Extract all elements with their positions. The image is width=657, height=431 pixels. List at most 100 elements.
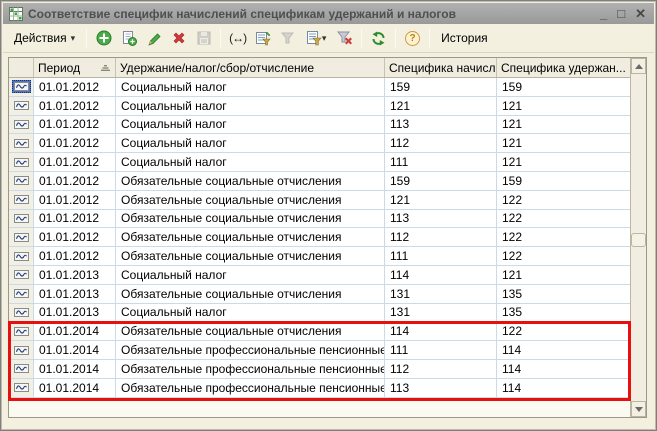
row-icon-cell[interactable] bbox=[9, 228, 34, 246]
table-row[interactable]: 01.01.2012 Социальный налог 159 159 bbox=[9, 78, 630, 97]
row-period[interactable]: 01.01.2014 bbox=[34, 379, 116, 397]
row-period[interactable]: 01.01.2013 bbox=[34, 266, 116, 284]
table-row[interactable]: 01.01.2012 Социальный налог 111 121 bbox=[9, 153, 630, 172]
table-row[interactable]: 01.01.2014 Обязательные профессиональные… bbox=[9, 341, 630, 360]
row-tax-name[interactable]: Социальный налог bbox=[116, 266, 385, 284]
save-button[interactable] bbox=[191, 26, 216, 50]
row-tax-name[interactable]: Обязательные социальные отчисления bbox=[116, 247, 385, 265]
row-icon-cell[interactable] bbox=[9, 97, 34, 115]
row-icon-cell[interactable] bbox=[9, 285, 34, 303]
row-tax-name[interactable]: Социальный налог bbox=[116, 134, 385, 152]
edit-button[interactable] bbox=[141, 26, 166, 50]
row-icon-cell[interactable] bbox=[9, 172, 34, 190]
minimize-button[interactable]: _ bbox=[600, 7, 607, 21]
row-spec-accrual[interactable]: 131 bbox=[385, 285, 497, 303]
row-spec-accrual[interactable]: 112 bbox=[385, 228, 497, 246]
row-icon-cell[interactable] bbox=[9, 304, 34, 322]
row-spec-deduction[interactable]: 159 bbox=[497, 78, 630, 96]
row-spec-deduction[interactable]: 121 bbox=[497, 116, 630, 134]
table-row[interactable]: 01.01.2014 Обязательные социальные отчис… bbox=[9, 322, 630, 341]
row-period[interactable]: 01.01.2012 bbox=[34, 172, 116, 190]
row-period[interactable]: 01.01.2012 bbox=[34, 78, 116, 96]
help-button[interactable]: ? bbox=[400, 26, 425, 50]
row-period[interactable]: 01.01.2014 bbox=[34, 322, 116, 340]
copy-button[interactable] bbox=[116, 26, 141, 50]
maximize-button[interactable]: □ bbox=[617, 7, 625, 21]
row-tax-name[interactable]: Социальный налог bbox=[116, 153, 385, 171]
row-spec-deduction[interactable]: 121 bbox=[497, 266, 630, 284]
row-spec-deduction[interactable]: 122 bbox=[497, 210, 630, 228]
row-period[interactable]: 01.01.2012 bbox=[34, 247, 116, 265]
row-tax-name[interactable]: Обязательные социальные отчисления bbox=[116, 191, 385, 209]
filter-by-value-button[interactable] bbox=[275, 26, 300, 50]
table-row[interactable]: 01.01.2012 Обязательные социальные отчис… bbox=[9, 228, 630, 247]
row-period[interactable]: 01.01.2012 bbox=[34, 228, 116, 246]
header-spec-accrual[interactable]: Специфика начисле... bbox=[385, 58, 497, 77]
scrollbar-thumb[interactable] bbox=[631, 233, 646, 247]
history-button[interactable]: История bbox=[434, 26, 495, 50]
close-button[interactable]: ✕ bbox=[635, 7, 646, 21]
scroll-up-button[interactable] bbox=[631, 58, 646, 74]
table-row[interactable]: 01.01.2014 Обязательные профессиональные… bbox=[9, 379, 630, 398]
row-spec-accrual[interactable]: 112 bbox=[385, 360, 497, 378]
row-tax-name[interactable]: Обязательные социальные отчисления bbox=[116, 228, 385, 246]
row-spec-deduction[interactable]: 122 bbox=[497, 228, 630, 246]
row-spec-deduction[interactable]: 114 bbox=[497, 341, 630, 359]
row-period[interactable]: 01.01.2012 bbox=[34, 116, 116, 134]
clear-filter-button[interactable] bbox=[332, 26, 357, 50]
row-spec-accrual[interactable]: 112 bbox=[385, 134, 497, 152]
row-spec-accrual[interactable]: 114 bbox=[385, 266, 497, 284]
row-period[interactable]: 01.01.2013 bbox=[34, 304, 116, 322]
row-spec-accrual[interactable]: 113 bbox=[385, 379, 497, 397]
row-spec-accrual[interactable]: 131 bbox=[385, 304, 497, 322]
row-spec-deduction[interactable]: 122 bbox=[497, 322, 630, 340]
row-spec-accrual[interactable]: 159 bbox=[385, 172, 497, 190]
scroll-down-button[interactable] bbox=[631, 401, 646, 417]
row-tax-name[interactable]: Обязательные профессиональные пенсионные… bbox=[116, 341, 385, 359]
row-icon-cell[interactable] bbox=[9, 266, 34, 284]
row-period[interactable]: 01.01.2012 bbox=[34, 191, 116, 209]
table-row[interactable]: 01.01.2013 Обязательные социальные отчис… bbox=[9, 285, 630, 304]
row-icon-cell[interactable] bbox=[9, 153, 34, 171]
row-spec-deduction[interactable]: 114 bbox=[497, 379, 630, 397]
delete-button[interactable] bbox=[166, 26, 191, 50]
row-icon-cell[interactable] bbox=[9, 210, 34, 228]
row-spec-accrual[interactable]: 111 bbox=[385, 341, 497, 359]
header-spec-deduction[interactable]: Специфика удержан... bbox=[497, 58, 630, 77]
header-icon-column[interactable] bbox=[9, 58, 34, 77]
table-row[interactable]: 01.01.2013 Социальный налог 114 121 bbox=[9, 266, 630, 285]
row-tax-name[interactable]: Обязательные профессиональные пенсионные… bbox=[116, 360, 385, 378]
row-tax-name[interactable]: Обязательные социальные отчисления bbox=[116, 322, 385, 340]
row-period[interactable]: 01.01.2012 bbox=[34, 97, 116, 115]
row-tax-name[interactable]: Обязательные социальные отчисления bbox=[116, 210, 385, 228]
row-spec-accrual[interactable]: 159 bbox=[385, 78, 497, 96]
row-period[interactable]: 01.01.2014 bbox=[34, 341, 116, 359]
actions-menu-button[interactable]: Действия ▾ bbox=[7, 26, 82, 50]
table-row[interactable]: 01.01.2014 Обязательные профессиональные… bbox=[9, 360, 630, 379]
row-spec-deduction[interactable]: 122 bbox=[497, 191, 630, 209]
header-tax-name[interactable]: Удержание/налог/сбор/отчисление bbox=[116, 58, 385, 77]
row-period[interactable]: 01.01.2014 bbox=[34, 360, 116, 378]
row-tax-name[interactable]: Социальный налог bbox=[116, 97, 385, 115]
row-spec-deduction[interactable]: 135 bbox=[497, 285, 630, 303]
row-spec-deduction[interactable]: 159 bbox=[497, 172, 630, 190]
row-spec-deduction[interactable]: 114 bbox=[497, 360, 630, 378]
row-tax-name[interactable]: Социальный налог bbox=[116, 78, 385, 96]
row-spec-accrual[interactable]: 114 bbox=[385, 322, 497, 340]
table-row[interactable]: 01.01.2012 Обязательные социальные отчис… bbox=[9, 247, 630, 266]
row-icon-cell[interactable] bbox=[9, 134, 34, 152]
row-tax-name[interactable]: Обязательные социальные отчисления bbox=[116, 172, 385, 190]
row-spec-deduction[interactable]: 121 bbox=[497, 153, 630, 171]
row-period[interactable]: 01.01.2012 bbox=[34, 134, 116, 152]
row-icon-cell[interactable] bbox=[9, 322, 34, 340]
row-spec-deduction[interactable]: 135 bbox=[497, 304, 630, 322]
row-spec-accrual[interactable]: 111 bbox=[385, 153, 497, 171]
scrollbar-track[interactable] bbox=[631, 247, 646, 401]
row-spec-deduction[interactable]: 121 bbox=[497, 134, 630, 152]
table-row[interactable]: 01.01.2012 Обязательные социальные отчис… bbox=[9, 172, 630, 191]
row-tax-name[interactable]: Социальный налог bbox=[116, 116, 385, 134]
row-icon-cell[interactable] bbox=[9, 78, 34, 96]
row-icon-cell[interactable] bbox=[9, 360, 34, 378]
row-spec-accrual[interactable]: 111 bbox=[385, 247, 497, 265]
filter-list-button[interactable]: ▾ bbox=[300, 26, 332, 50]
